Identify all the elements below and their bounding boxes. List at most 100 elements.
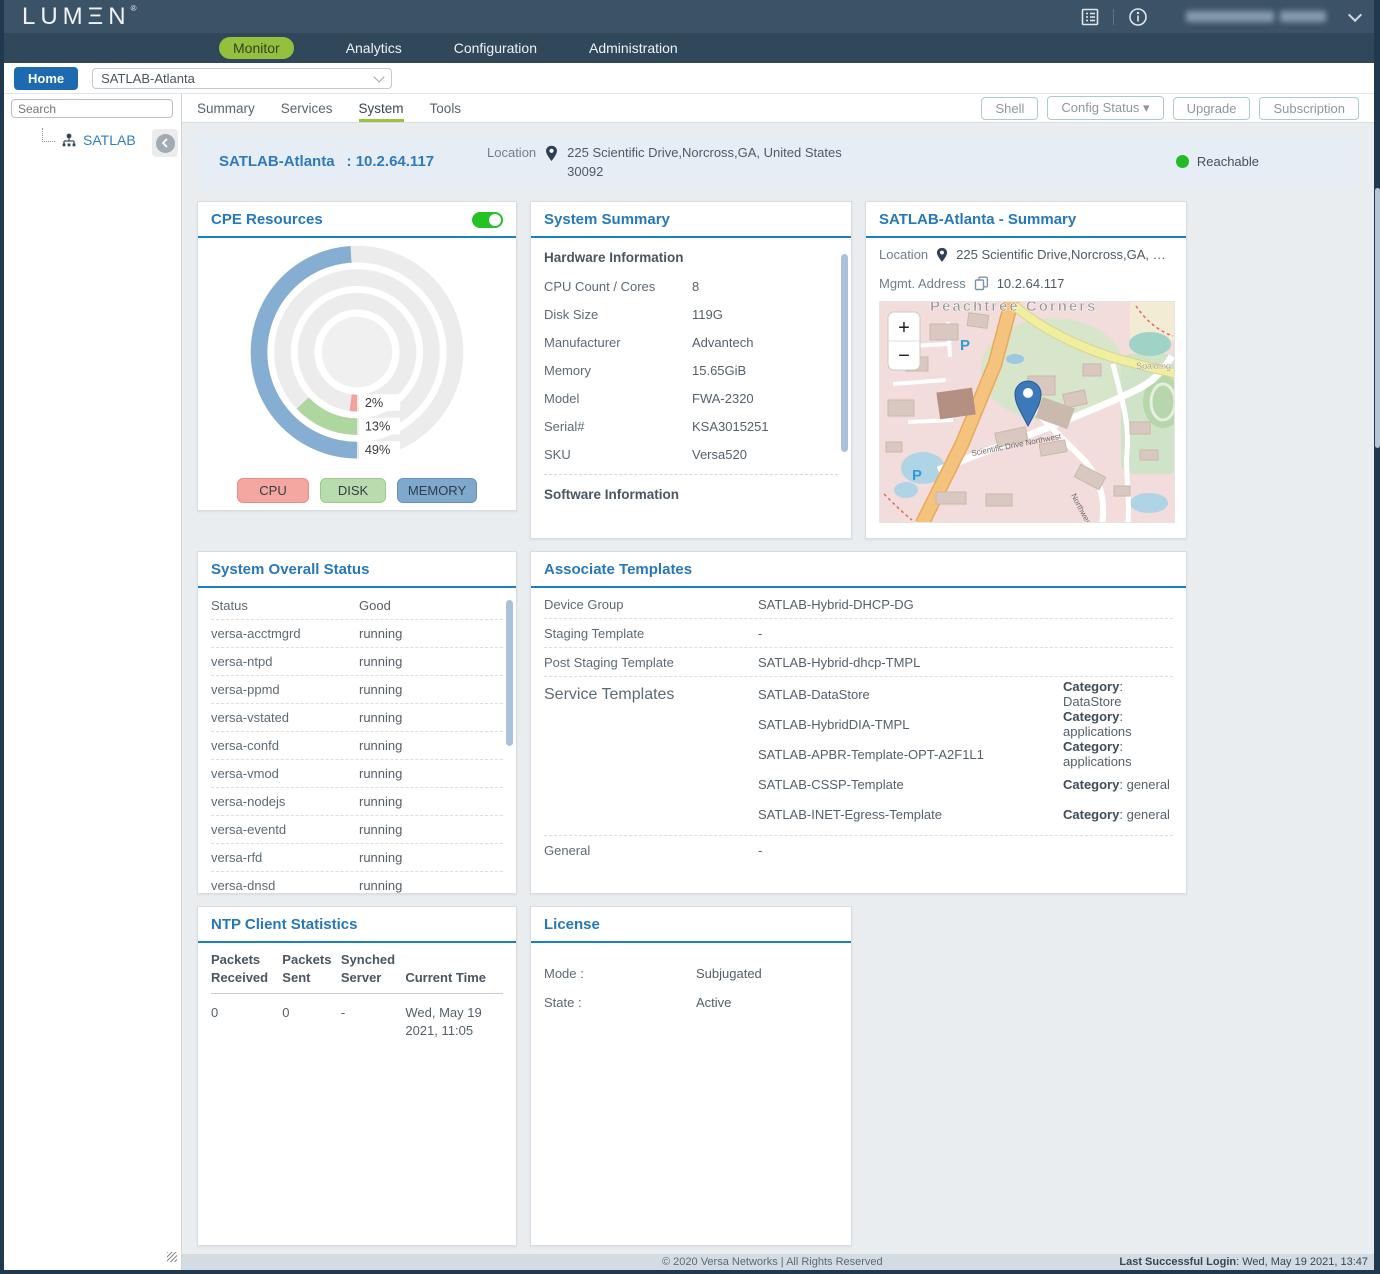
info-row: Serial#KSA3015251 xyxy=(544,412,838,440)
tab-tools[interactable]: Tools xyxy=(430,94,462,122)
sidebar-resize-handle[interactable] xyxy=(167,1252,177,1262)
ntp-column-header: Packets Received xyxy=(211,951,282,986)
device-ip: : 10.2.64.117 xyxy=(347,153,435,170)
cpe-resources-card: CPE Resources 2%13%49% CPUDISKMEMORY xyxy=(197,201,517,511)
shell-button[interactable]: Shell xyxy=(981,97,1038,120)
info-row: versa-vstatedrunning xyxy=(211,704,503,732)
info-row: versa-nodejsrunning xyxy=(211,788,503,816)
sidebar-collapse-button[interactable] xyxy=(152,129,178,157)
info-row: versa-vmodrunning xyxy=(211,760,503,788)
nav-tab-analytics[interactable]: Analytics xyxy=(346,40,402,56)
service-status: running xyxy=(359,766,402,781)
tab-summary[interactable]: Summary xyxy=(197,94,255,122)
row-label: Model xyxy=(544,391,692,406)
info-row: versa-acctmgrdrunning xyxy=(211,620,503,648)
device-info-bar: SATLAB-Atlanta: 10.2.64.117 Location 225… xyxy=(197,134,1359,189)
main-nav: Monitor Analytics Configuration Administrat… xyxy=(4,33,1374,63)
home-button[interactable]: Home xyxy=(14,67,78,90)
content-area: SATLAB-Atlanta: 10.2.64.117 Location 225… xyxy=(182,123,1374,1254)
row-label: SKU xyxy=(544,447,692,462)
service-template-name: SATLAB-INET-Egress-Template xyxy=(758,807,1063,822)
service-name: Status xyxy=(211,598,359,613)
redacted-username xyxy=(1186,11,1274,22)
device-summary-card: SATLAB-Atlanta - Summary Location 225 Sc… xyxy=(865,201,1187,539)
row-label: CPU Count / Cores xyxy=(544,279,692,294)
row-label: Disk Size xyxy=(544,307,692,322)
zoom-in-button: + xyxy=(898,317,910,339)
info-row: General- xyxy=(544,836,1173,865)
cpe-donut-chart: 2%13%49% xyxy=(210,238,504,478)
associate-templates-card: Associate Templates Device GroupSATLAB-H… xyxy=(530,551,1187,894)
report-icon[interactable] xyxy=(1081,8,1099,26)
info-row: versa-ntpdrunning xyxy=(211,648,503,676)
appliance-tree-sidebar: SATLAB xyxy=(4,94,182,1270)
service-name: versa-vmod xyxy=(211,766,359,781)
device-selector-dropdown[interactable]: SATLAB-Atlanta xyxy=(92,68,392,89)
category-label: Category xyxy=(1063,807,1119,822)
copy-icon[interactable] xyxy=(974,276,989,291)
user-account-label[interactable] xyxy=(1186,11,1326,22)
map-pin-icon xyxy=(936,247,948,263)
lumen-logo: LUMΞN® xyxy=(22,5,137,29)
service-template-category: Category: general xyxy=(1063,777,1170,792)
config-status-button[interactable]: Config Status ▾ xyxy=(1047,96,1163,120)
donut-label-cpu: 2% xyxy=(365,395,383,410)
tab-services[interactable]: Services xyxy=(281,94,333,122)
card-scrollbar[interactable] xyxy=(841,254,848,452)
zoom-out-button: − xyxy=(898,345,910,367)
location-map[interactable]: Peachtree Corners Scientific Drive North… xyxy=(879,301,1175,523)
tree-connector xyxy=(42,128,55,142)
row-label: General xyxy=(544,843,758,858)
info-row: versa-eventdrunning xyxy=(211,816,503,844)
info-row: Disk Size119G xyxy=(544,300,838,328)
map-area-label: Spalding xyxy=(1136,361,1171,371)
legend-disk[interactable]: DISK xyxy=(320,478,386,503)
info-row: Post Staging TemplateSATLAB-Hybrid-dhcp-… xyxy=(544,648,1173,677)
divider xyxy=(1113,9,1114,25)
service-templates-label: Service Templates xyxy=(544,679,758,829)
search-input[interactable] xyxy=(11,99,173,118)
row-value: Versa520 xyxy=(692,447,747,462)
service-status: running xyxy=(359,850,402,865)
info-icon[interactable] xyxy=(1128,7,1148,27)
ntp-table-header: Packets ReceivedPackets SentSynched Serv… xyxy=(211,951,503,994)
organization-icon xyxy=(61,133,77,148)
row-value: Subjugated xyxy=(696,966,762,981)
map-place-label: Peachtree Corners xyxy=(930,302,1097,315)
service-status: running xyxy=(359,626,402,641)
nav-tab-monitor[interactable]: Monitor xyxy=(219,37,294,59)
copyright-text: © 2020 Versa Networks | All Rights Reser… xyxy=(662,1256,883,1268)
upgrade-button[interactable]: Upgrade xyxy=(1173,97,1251,120)
category-label: Category xyxy=(1063,709,1119,724)
row-value: - xyxy=(758,843,762,858)
hardware-info-heading: Hardware Information xyxy=(544,242,838,272)
subscription-button[interactable]: Subscription xyxy=(1259,97,1359,120)
page-scrollbar[interactable] xyxy=(1375,188,1380,448)
legend-memory[interactable]: MEMORY xyxy=(397,478,477,503)
chevron-down-icon[interactable] xyxy=(1348,7,1362,21)
nav-tab-administration[interactable]: Administration xyxy=(589,40,678,56)
service-status: running xyxy=(359,710,402,725)
nav-tab-configuration[interactable]: Configuration xyxy=(454,40,537,56)
map-pin-icon xyxy=(545,144,558,162)
service-template-row: SATLAB-DataStoreCategory: DataStore xyxy=(758,679,1173,709)
row-label: Manufacturer xyxy=(544,335,692,350)
tab-system[interactable]: System xyxy=(359,94,404,122)
window-frame: LUMΞN® Monitor Analytics Configuration Admi… xyxy=(0,0,1380,1274)
row-label: Serial# xyxy=(544,419,692,434)
row-value: SATLAB-Hybrid-dhcp-TMPL xyxy=(758,655,920,670)
ntp-cell: 0 xyxy=(282,1004,341,1040)
card-title: System Summary xyxy=(544,211,670,228)
info-row: State :Active xyxy=(544,988,838,1017)
ntp-column-header: Synched Server xyxy=(341,951,405,986)
category-label: Category xyxy=(1063,777,1119,792)
service-status: running xyxy=(359,878,402,893)
service-status: Good xyxy=(359,598,391,613)
cpe-resources-toggle[interactable] xyxy=(472,212,503,228)
ntp-column-header: Current Time xyxy=(405,951,503,986)
row-value: FWA-2320 xyxy=(692,391,754,406)
service-template-category: Category: general xyxy=(1063,807,1170,822)
legend-cpu[interactable]: CPU xyxy=(237,478,309,503)
card-scrollbar[interactable] xyxy=(506,600,513,746)
cpe-chart-legend: CPU DISK MEMORY xyxy=(198,478,516,503)
